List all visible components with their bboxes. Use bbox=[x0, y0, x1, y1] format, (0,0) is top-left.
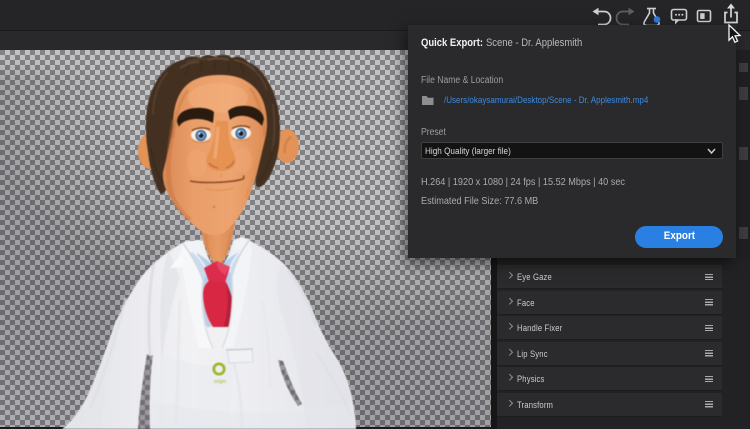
svg-text:origin: origin bbox=[214, 379, 226, 385]
